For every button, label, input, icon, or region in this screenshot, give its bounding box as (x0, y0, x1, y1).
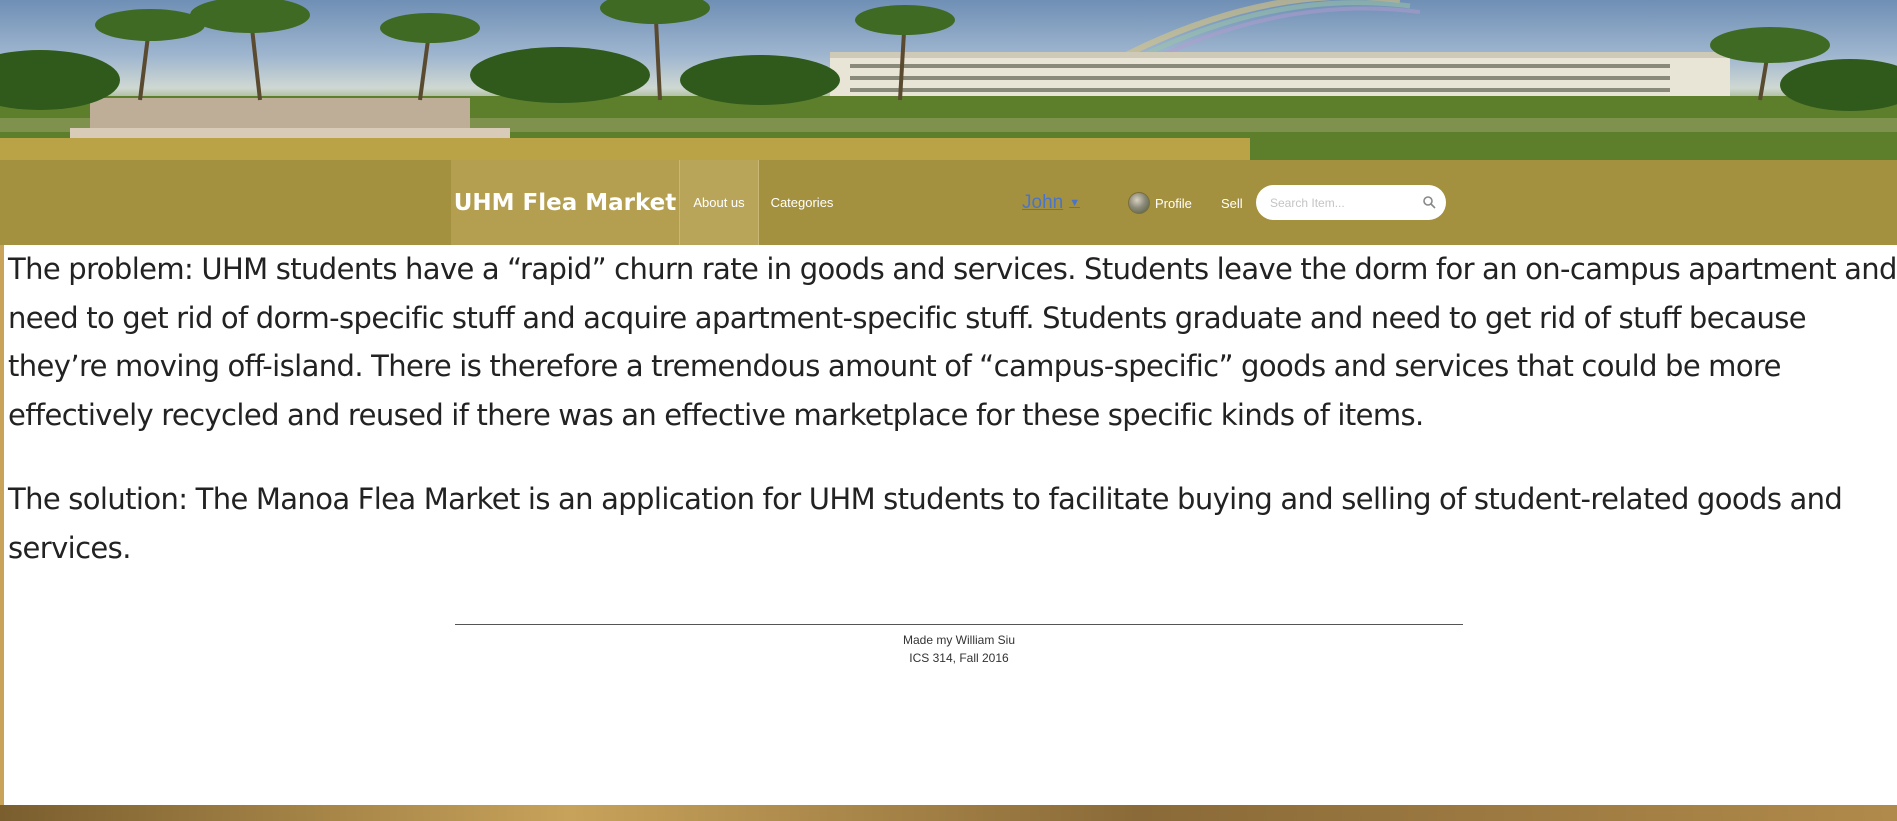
problem-paragraph: The problem: UHM students have a “rapid”… (8, 252, 1897, 432)
campus-banner-image (0, 0, 1897, 160)
footer-course: ICS 314, Fall 2016 (909, 651, 1009, 665)
chevron-down-icon: ▼ (1069, 197, 1081, 209)
nav-sell[interactable]: Sell (1221, 190, 1243, 216)
user-dropdown[interactable]: John ▼ (1022, 190, 1080, 216)
search-icon[interactable] (1422, 195, 1436, 209)
navbar (0, 160, 1897, 245)
main-content: The problem: UHM students have a “rapid”… (0, 245, 1897, 805)
nav-categories[interactable]: Categories (760, 160, 844, 245)
page: UHM Flea Market About us Categories John… (0, 0, 1897, 821)
footer-divider (455, 624, 1463, 625)
footer-credit: Made my William Siu (902, 633, 1016, 647)
profile-label: Profile (1155, 195, 1192, 211)
avatar (1128, 192, 1150, 214)
user-name: John (1022, 192, 1064, 213)
search-input[interactable] (1270, 195, 1420, 210)
brand-link[interactable]: UHM Flea Market (451, 160, 679, 245)
solution-paragraph: The solution: The Manoa Flea Market is a… (8, 482, 1843, 565)
nav-profile[interactable]: Profile (1128, 190, 1192, 216)
search-box (1256, 185, 1446, 220)
nav-about-us[interactable]: About us (679, 160, 759, 245)
